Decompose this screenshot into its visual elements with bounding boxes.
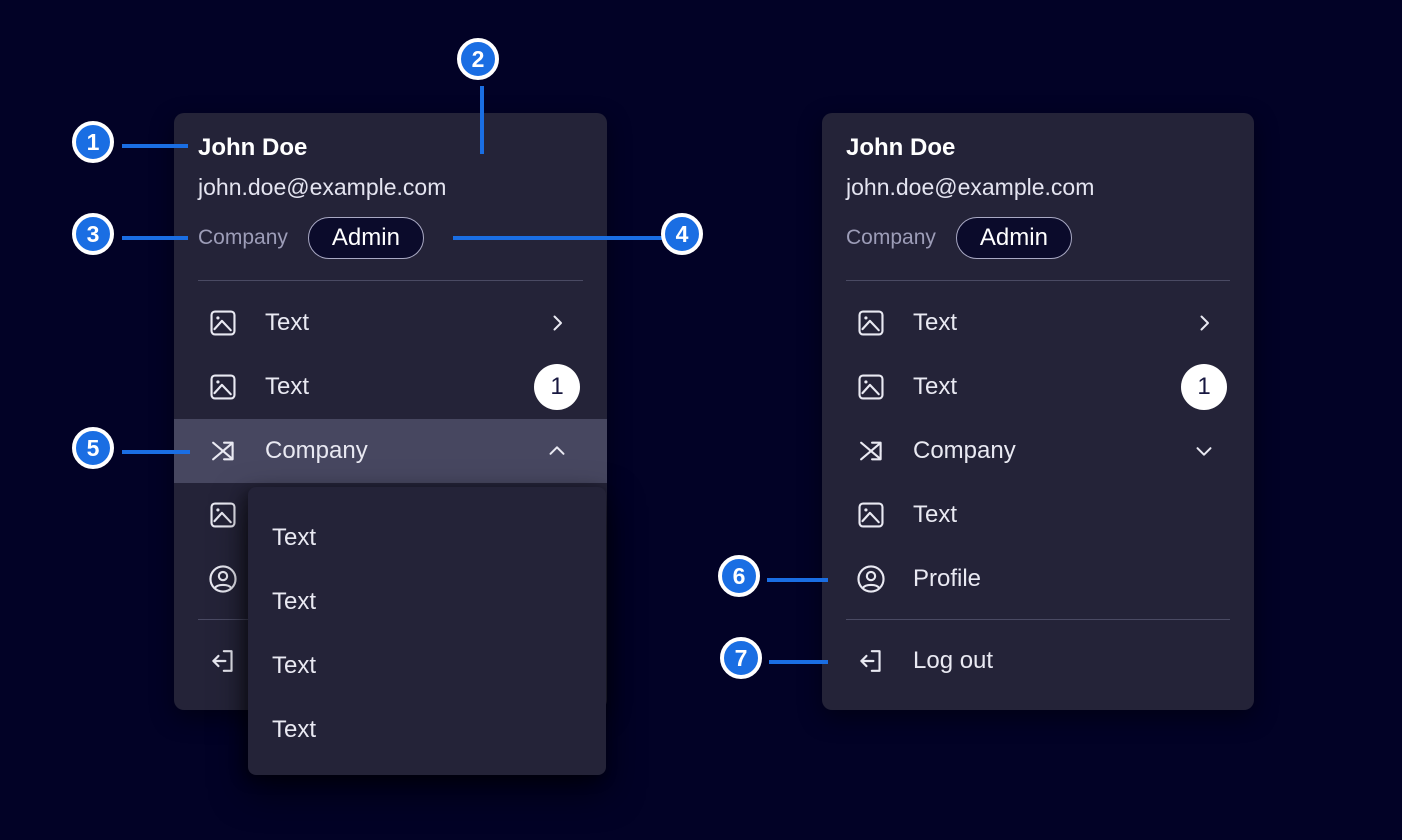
user-menu-header: John Doe john.doe@example.com Company Ad… xyxy=(822,113,1254,259)
annotated-user-menu-spec: John Doe john.doe@example.com Company Ad… xyxy=(0,0,1402,840)
image-icon xyxy=(855,499,887,531)
menu-item-text-3[interactable]: Text xyxy=(822,483,1254,547)
menu-item-label: Company xyxy=(913,437,1016,465)
submenu-item[interactable]: Text xyxy=(248,698,606,762)
callout-marker-6: 6 xyxy=(718,555,760,597)
notification-count-badge: 1 xyxy=(534,364,580,410)
callout-line-7 xyxy=(769,660,828,664)
menu-item-label: Company xyxy=(265,437,368,465)
shuffle-icon xyxy=(207,435,239,467)
menu-item-label: Text xyxy=(265,309,309,337)
menu-item-logout[interactable]: Log out xyxy=(822,629,1254,693)
menu-item-text-2[interactable]: Text 1 xyxy=(822,355,1254,419)
user-name: John Doe xyxy=(198,133,583,163)
submenu-item[interactable]: Text xyxy=(248,506,606,570)
submenu-item[interactable]: Text xyxy=(248,634,606,698)
company-label: Company xyxy=(846,226,936,250)
callout-marker-2: 2 xyxy=(457,38,499,80)
chevron-up-icon xyxy=(534,439,580,463)
role-badge: Admin xyxy=(956,217,1072,259)
menu-item-label: Text xyxy=(265,373,309,401)
callout-line-1 xyxy=(122,144,188,148)
callout-marker-4: 4 xyxy=(661,213,703,255)
menu-item-company-collapsed[interactable]: Company xyxy=(822,419,1254,483)
shuffle-icon xyxy=(855,435,887,467)
user-role-row: Company Admin xyxy=(846,217,1230,259)
image-icon xyxy=(855,307,887,339)
notification-count-badge: 1 xyxy=(1181,364,1227,410)
menu-item-text-1[interactable]: Text xyxy=(174,291,607,355)
user-email: john.doe@example.com xyxy=(198,172,583,202)
menu-item-list: Text Text 1 Company xyxy=(822,281,1254,693)
image-icon xyxy=(207,499,239,531)
image-icon xyxy=(207,307,239,339)
user-icon xyxy=(207,563,239,595)
menu-item-company-expanded[interactable]: Company xyxy=(174,419,607,483)
image-icon xyxy=(855,371,887,403)
callout-line-2 xyxy=(480,86,484,154)
menu-item-label: Log out xyxy=(913,647,993,675)
user-email: john.doe@example.com xyxy=(846,172,1230,202)
callout-line-5 xyxy=(122,450,190,454)
menu-item-profile[interactable]: Profile xyxy=(822,547,1254,611)
company-submenu-flyout: Text Text Text Text xyxy=(248,487,606,775)
log-out-icon xyxy=(207,645,239,677)
menu-item-text-1[interactable]: Text xyxy=(822,291,1254,355)
menu-item-label: Text xyxy=(913,501,957,529)
callout-line-4 xyxy=(453,236,663,240)
submenu-item[interactable]: Text xyxy=(248,570,606,634)
callout-marker-7: 7 xyxy=(720,637,762,679)
callout-marker-1: 1 xyxy=(72,121,114,163)
logout-divider xyxy=(846,619,1230,620)
callout-marker-5: 5 xyxy=(72,427,114,469)
role-badge: Admin xyxy=(308,217,424,259)
chevron-down-icon xyxy=(1181,439,1227,463)
chevron-right-icon xyxy=(534,311,580,335)
log-out-icon xyxy=(855,645,887,677)
user-icon xyxy=(855,563,887,595)
menu-item-text-2[interactable]: Text 1 xyxy=(174,355,607,419)
callout-line-6 xyxy=(767,578,828,582)
user-name: John Doe xyxy=(846,133,1230,163)
callout-marker-3: 3 xyxy=(72,213,114,255)
menu-item-label: Text xyxy=(913,373,957,401)
callout-line-3 xyxy=(122,236,188,240)
menu-item-label: Text xyxy=(913,309,957,337)
company-label: Company xyxy=(198,226,288,250)
menu-item-label: Profile xyxy=(913,565,981,593)
image-icon xyxy=(207,371,239,403)
user-menu-dropdown-collapsed: John Doe john.doe@example.com Company Ad… xyxy=(822,113,1254,710)
chevron-right-icon xyxy=(1181,311,1227,335)
